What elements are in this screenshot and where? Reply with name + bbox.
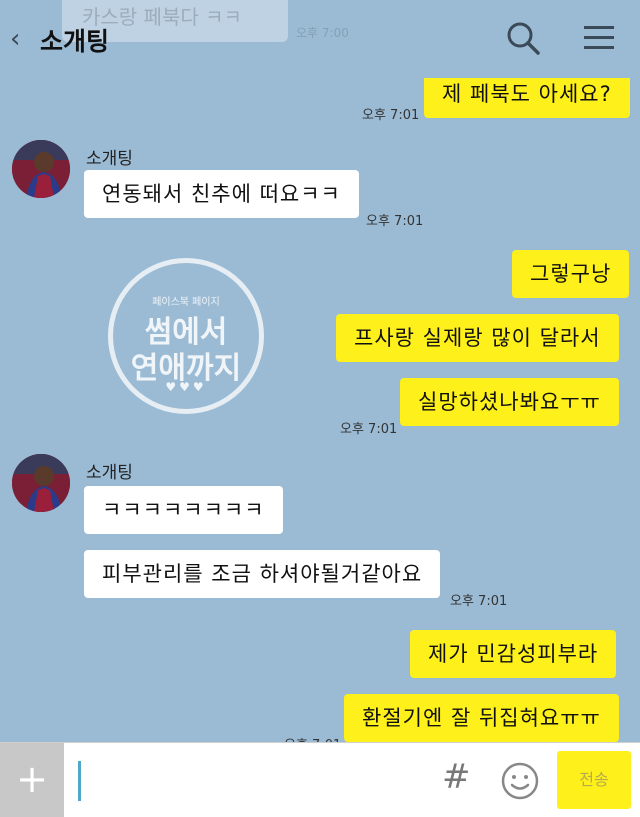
message-time: 오후 7:01	[340, 422, 398, 437]
send-button[interactable]: 전송	[557, 751, 631, 809]
hashtag-icon[interactable]: #	[442, 757, 471, 797]
chat-header: 카스랑 페북다 ㅋㅋ 오후 7:00 ‹ 소개팅	[0, 0, 640, 78]
my-message-bubble[interactable]: 환절기엔 잘 뒤집혀요ㅠㅠ	[344, 694, 619, 742]
text-cursor	[78, 761, 81, 801]
other-message-bubble[interactable]: ㅋㅋㅋㅋㅋㅋㅋㅋ	[84, 486, 283, 534]
my-message-bubble[interactable]: 그렇구낭	[512, 250, 630, 298]
avatar-image	[12, 454, 70, 512]
sender-avatar[interactable]	[12, 454, 70, 512]
message-time: 오후 7:01	[362, 108, 420, 123]
message-time: 오후 7:01	[450, 594, 508, 609]
message-input-bar: + # 전송	[0, 742, 640, 817]
watermark-logo: 페이스북 페이지 썸에서 연애까지 ♥♥♥	[108, 258, 264, 414]
chat-title: 소개팅	[40, 27, 110, 56]
message-time: 오후 7:01	[366, 214, 424, 229]
previous-message-time: 오후 7:00	[296, 26, 349, 40]
my-message-bubble[interactable]: 프사랑 실제랑 많이 달라서	[336, 314, 619, 362]
sender-avatar[interactable]	[12, 140, 70, 198]
message-input[interactable]	[64, 743, 434, 817]
menu-icon[interactable]	[582, 22, 616, 54]
sender-name: 소개팅	[86, 149, 133, 169]
my-message-bubble[interactable]: 제가 민감성피부라	[410, 630, 617, 678]
other-message-bubble[interactable]: 연동돼서 친추에 떠요ㅋㅋ	[84, 170, 359, 218]
avatar-image	[12, 140, 70, 198]
chat-screen: 카스랑 페북다 ㅋㅋ 오후 7:00 ‹ 소개팅 페이스북 페이지 썸에서 연애…	[0, 0, 640, 817]
hearts-icon: ♥♥♥	[165, 380, 207, 394]
sender-name: 소개팅	[86, 463, 133, 483]
other-message-bubble[interactable]: 피부관리를 조금 하셔야될거같아요	[84, 550, 441, 598]
attach-plus-button[interactable]: +	[0, 743, 64, 817]
search-icon[interactable]	[505, 20, 541, 56]
emoticon-icon[interactable]	[500, 761, 540, 801]
back-icon[interactable]: ‹	[10, 24, 32, 54]
my-message-bubble[interactable]: 실망하셨나봐요ㅜㅠ	[400, 378, 619, 426]
